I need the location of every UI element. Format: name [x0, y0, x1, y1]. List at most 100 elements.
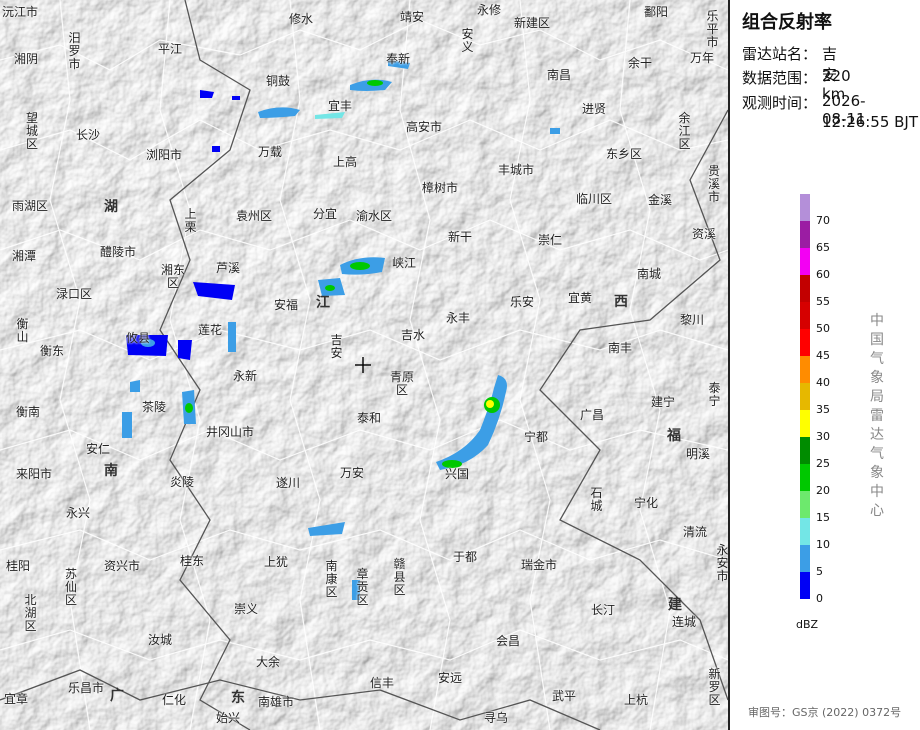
- place-label: 遂川: [276, 476, 301, 490]
- place-label: 袁州区: [236, 209, 273, 223]
- place-label: 沅江市: [2, 5, 39, 19]
- legend-tick-label: 35: [816, 403, 830, 416]
- place-label: 樟树市: [422, 181, 459, 195]
- place-label: 兴国: [445, 467, 470, 481]
- place-label: 衡山: [16, 317, 29, 344]
- legend-swatch: [800, 302, 810, 329]
- place-label: 泰宁: [708, 381, 721, 408]
- place-label: 余干: [628, 56, 653, 70]
- place-label: 广昌: [580, 408, 605, 422]
- place-label: 万年: [690, 51, 715, 65]
- place-label: 丰城市: [498, 163, 535, 177]
- range-label: 数据范围：: [742, 69, 818, 87]
- place-label: 会昌: [496, 634, 521, 648]
- review-number: 审图号：GS京 (2022) 0372号: [748, 706, 902, 719]
- place-label: 汝城: [148, 633, 173, 647]
- place-label: 连城: [672, 615, 697, 629]
- place-label: 安远: [438, 671, 463, 685]
- province-label: 江: [316, 295, 330, 311]
- place-label: 渝水区: [356, 209, 393, 223]
- legend-tick-label: 45: [816, 349, 830, 362]
- place-label: 南康区: [325, 559, 338, 599]
- legend-tick-label: 20: [816, 484, 830, 497]
- place-label: 雨湖区: [12, 199, 49, 213]
- place-label: 望城区: [25, 111, 38, 151]
- place-label: 井冈山市: [206, 425, 255, 439]
- legend-swatch: [800, 437, 810, 464]
- place-label: 黎川: [680, 313, 705, 327]
- time-clock: 12:26:55 BJT: [822, 113, 919, 131]
- product-title: 组合反射率: [742, 12, 832, 33]
- place-label: 湘潭: [12, 249, 37, 263]
- place-label: 宜章: [4, 692, 29, 706]
- place-label: 万安: [340, 466, 365, 480]
- legend-swatch: [800, 329, 810, 356]
- place-label: 上犹: [264, 555, 289, 569]
- place-label: 芦溪: [216, 261, 241, 275]
- range-row: 数据范围： 220 km: [742, 67, 851, 103]
- place-label: 贵溪市: [707, 164, 720, 204]
- place-label: 奉新: [386, 52, 411, 66]
- place-label: 万载: [258, 145, 283, 159]
- place-label: 安义: [461, 27, 474, 54]
- province-label: 福: [667, 428, 681, 444]
- place-label: 于都: [453, 550, 478, 564]
- place-label: 长沙: [76, 128, 101, 142]
- place-label: 武平: [552, 689, 577, 703]
- time-label: 观测时间：: [742, 94, 818, 112]
- place-label: 永新: [233, 369, 258, 383]
- place-label: 上栗: [184, 207, 197, 234]
- station-row: 雷达站名： 吉安: [742, 43, 837, 84]
- place-label: 平江: [158, 42, 183, 56]
- place-label: 乐安: [510, 295, 535, 309]
- place-label: 信丰: [370, 676, 395, 690]
- place-label: 东乡区: [606, 147, 643, 161]
- legend-tick-label: 25: [816, 457, 830, 470]
- info-panel: 组合反射率 雷达站名： 吉安 数据范围： 220 km 观测时间： 2026-0…: [728, 0, 920, 730]
- place-label: 湘东区: [160, 263, 185, 290]
- place-label: 乐平市: [706, 9, 719, 49]
- place-label: 衡东: [40, 344, 65, 358]
- legend-swatch: [800, 383, 810, 410]
- place-label: 汨罗市: [68, 31, 81, 71]
- organization-label: 中国气象局雷达气象中心: [870, 313, 884, 519]
- legend-tick-label: 10: [816, 538, 830, 551]
- place-label: 泰和: [357, 411, 382, 425]
- place-label: 湘阴: [14, 52, 39, 66]
- place-label: 修水: [289, 12, 314, 26]
- province-label: 西: [614, 294, 628, 310]
- place-label: 余江区: [678, 111, 691, 151]
- legend-swatch: [800, 491, 810, 518]
- legend-tick-label: 65: [816, 241, 830, 254]
- radar-map[interactable]: 沅江市 修水 靖安 永修 新建区 鄱阳 乐平市 湘阴 汨罗市 平江 安义 奉新 …: [0, 0, 728, 730]
- legend-swatch: [800, 545, 810, 572]
- place-label: 莲花: [198, 323, 223, 337]
- place-label: 桂东: [180, 554, 205, 568]
- place-label: 渌口区: [56, 287, 93, 301]
- place-label: 资兴市: [104, 559, 141, 573]
- station-label: 雷达站名：: [742, 45, 818, 63]
- place-label: 衡南: [16, 405, 41, 419]
- place-label: 临川区: [576, 192, 613, 206]
- place-label: 寻乌: [484, 711, 509, 725]
- legend-swatch: [800, 275, 810, 302]
- place-label: 来阳市: [16, 467, 53, 481]
- legend-swatch: [800, 410, 810, 437]
- legend-tick-label: 30: [816, 430, 830, 443]
- place-label: 明溪: [686, 447, 711, 461]
- map-background: [0, 0, 728, 730]
- legend-tick-label: 55: [816, 295, 830, 308]
- place-label: 靖安: [400, 10, 425, 24]
- place-label: 新罗区: [708, 667, 721, 707]
- place-label: 分宜: [313, 207, 338, 221]
- province-label: 广: [110, 688, 124, 704]
- legend-swatch: [800, 518, 810, 545]
- place-label: 高安市: [406, 120, 443, 134]
- place-label: 上杭: [624, 693, 649, 707]
- legend-tick-label: 40: [816, 376, 830, 389]
- place-label: 资溪: [692, 227, 717, 241]
- legend-swatch: [800, 194, 810, 221]
- place-label: 长汀: [591, 603, 616, 617]
- place-label: 攸县: [126, 331, 151, 345]
- place-label: 清流: [683, 525, 708, 539]
